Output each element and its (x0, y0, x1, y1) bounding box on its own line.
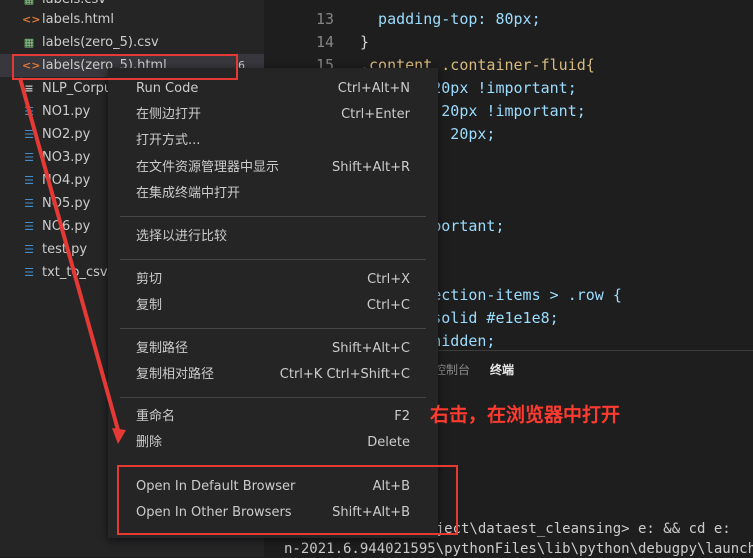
arrow-annotation (18, 77, 126, 444)
annotation-text: 右击，在浏览器中打开 (430, 404, 621, 426)
